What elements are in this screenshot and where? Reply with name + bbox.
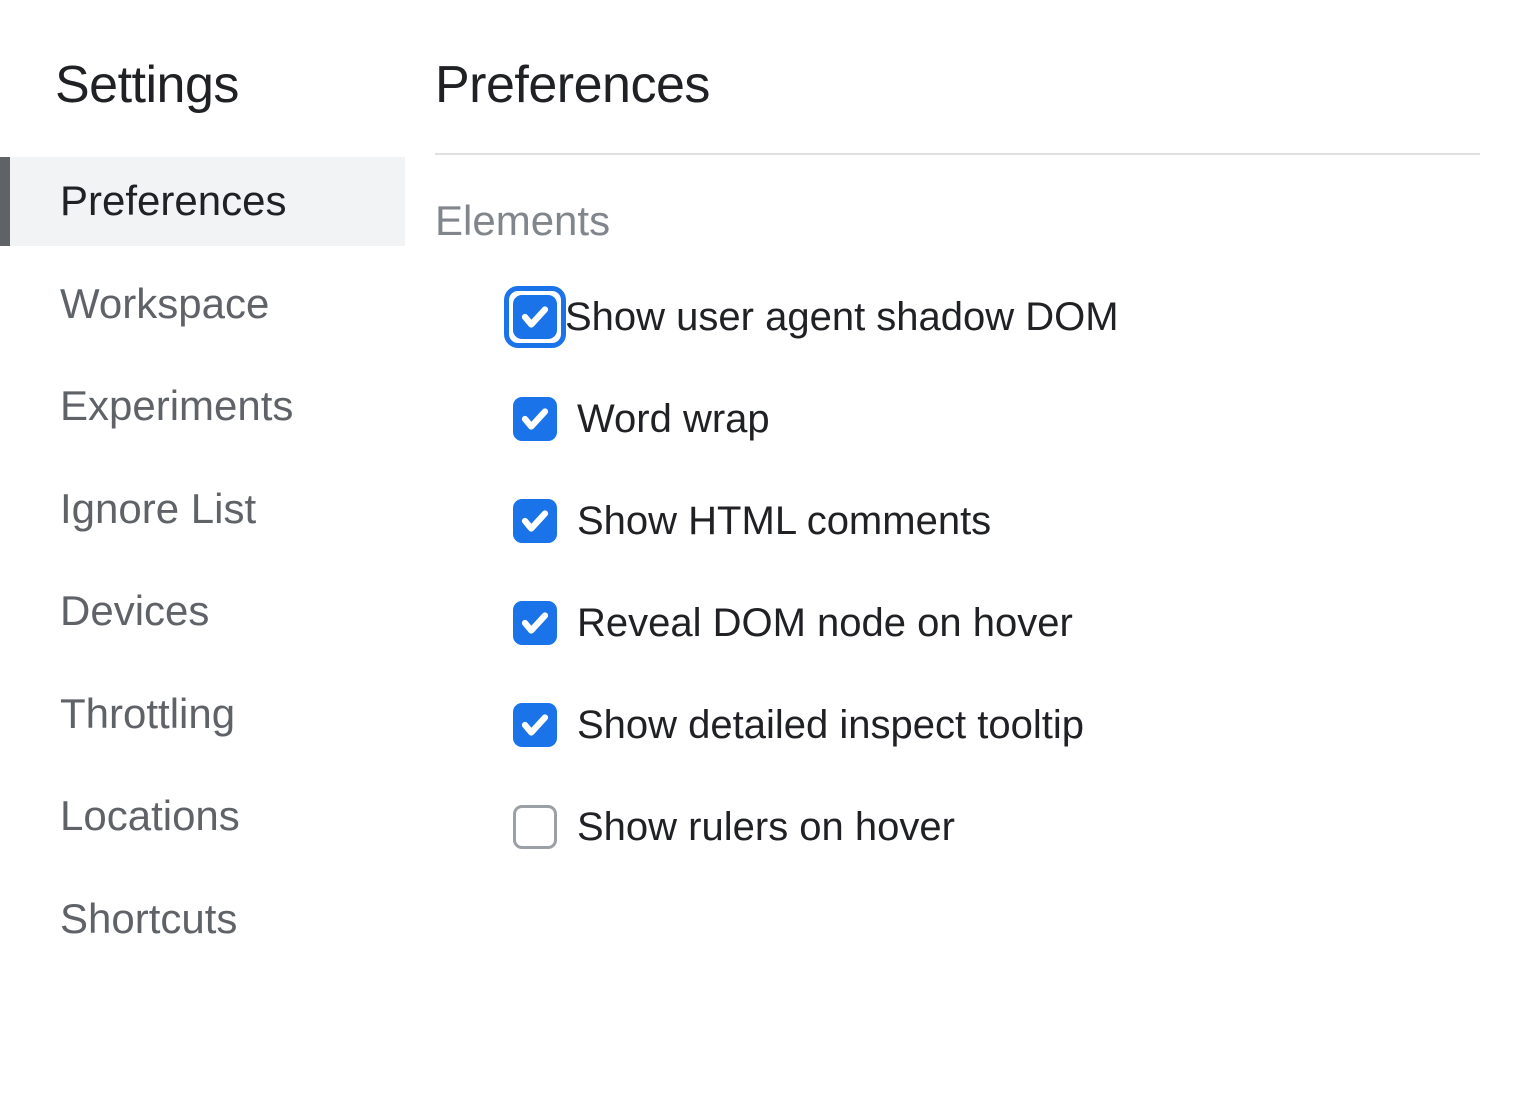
option-label: Show HTML comments	[577, 499, 991, 543]
checkbox-reveal-dom-node-on-hover[interactable]	[513, 601, 557, 645]
check-icon	[520, 710, 550, 740]
option-show-html-comments[interactable]: Show HTML comments	[435, 499, 1480, 543]
divider	[435, 153, 1480, 155]
sidebar-item-shortcuts[interactable]: Shortcuts	[0, 875, 405, 964]
check-icon	[520, 506, 550, 536]
check-icon	[520, 608, 550, 638]
checkbox-show-rulers-on-hover[interactable]	[513, 805, 557, 849]
checkbox-word-wrap[interactable]	[513, 397, 557, 441]
sidebar-item-preferences[interactable]: Preferences	[0, 157, 405, 246]
checkbox-show-user-agent-shadow-dom[interactable]	[513, 295, 557, 339]
option-label: Word wrap	[577, 397, 770, 441]
sidebar-item-devices[interactable]: Devices	[0, 567, 405, 656]
sidebar-item-label: Shortcuts	[60, 895, 237, 942]
sidebar-item-label: Ignore List	[60, 485, 256, 532]
check-icon	[520, 404, 550, 434]
page-title: Preferences	[435, 55, 1480, 115]
sidebar-item-workspace[interactable]: Workspace	[0, 260, 405, 349]
check-icon	[520, 302, 550, 332]
option-label: Show user agent shadow DOM	[565, 295, 1119, 339]
option-show-detailed-inspect-tooltip[interactable]: Show detailed inspect tooltip	[435, 703, 1480, 747]
sidebar-item-label: Preferences	[60, 177, 286, 224]
sidebar-item-label: Throttling	[60, 690, 235, 737]
option-word-wrap[interactable]: Word wrap	[435, 397, 1480, 441]
option-label: Reveal DOM node on hover	[577, 601, 1073, 645]
sidebar-item-experiments[interactable]: Experiments	[0, 362, 405, 451]
option-reveal-dom-node-on-hover[interactable]: Reveal DOM node on hover	[435, 601, 1480, 645]
option-label: Show rulers on hover	[577, 805, 955, 849]
settings-sidebar: Settings Preferences Workspace Experimen…	[0, 0, 405, 1110]
preferences-panel: Preferences Elements Show user agent sha…	[405, 0, 1520, 1110]
section-title-elements: Elements	[435, 197, 1480, 245]
checkbox-show-detailed-inspect-tooltip[interactable]	[513, 703, 557, 747]
option-show-user-agent-shadow-dom[interactable]: Show user agent shadow DOM	[435, 295, 1480, 339]
checkbox-show-html-comments[interactable]	[513, 499, 557, 543]
sidebar-item-throttling[interactable]: Throttling	[0, 670, 405, 759]
sidebar-item-label: Devices	[60, 587, 209, 634]
sidebar-item-locations[interactable]: Locations	[0, 772, 405, 861]
option-label: Show detailed inspect tooltip	[577, 703, 1084, 747]
sidebar-item-ignore-list[interactable]: Ignore List	[0, 465, 405, 554]
option-show-rulers-on-hover[interactable]: Show rulers on hover	[435, 805, 1480, 849]
sidebar-title: Settings	[0, 55, 405, 115]
sidebar-item-label: Workspace	[60, 280, 269, 327]
sidebar-item-label: Locations	[60, 792, 240, 839]
sidebar-item-label: Experiments	[60, 382, 293, 429]
